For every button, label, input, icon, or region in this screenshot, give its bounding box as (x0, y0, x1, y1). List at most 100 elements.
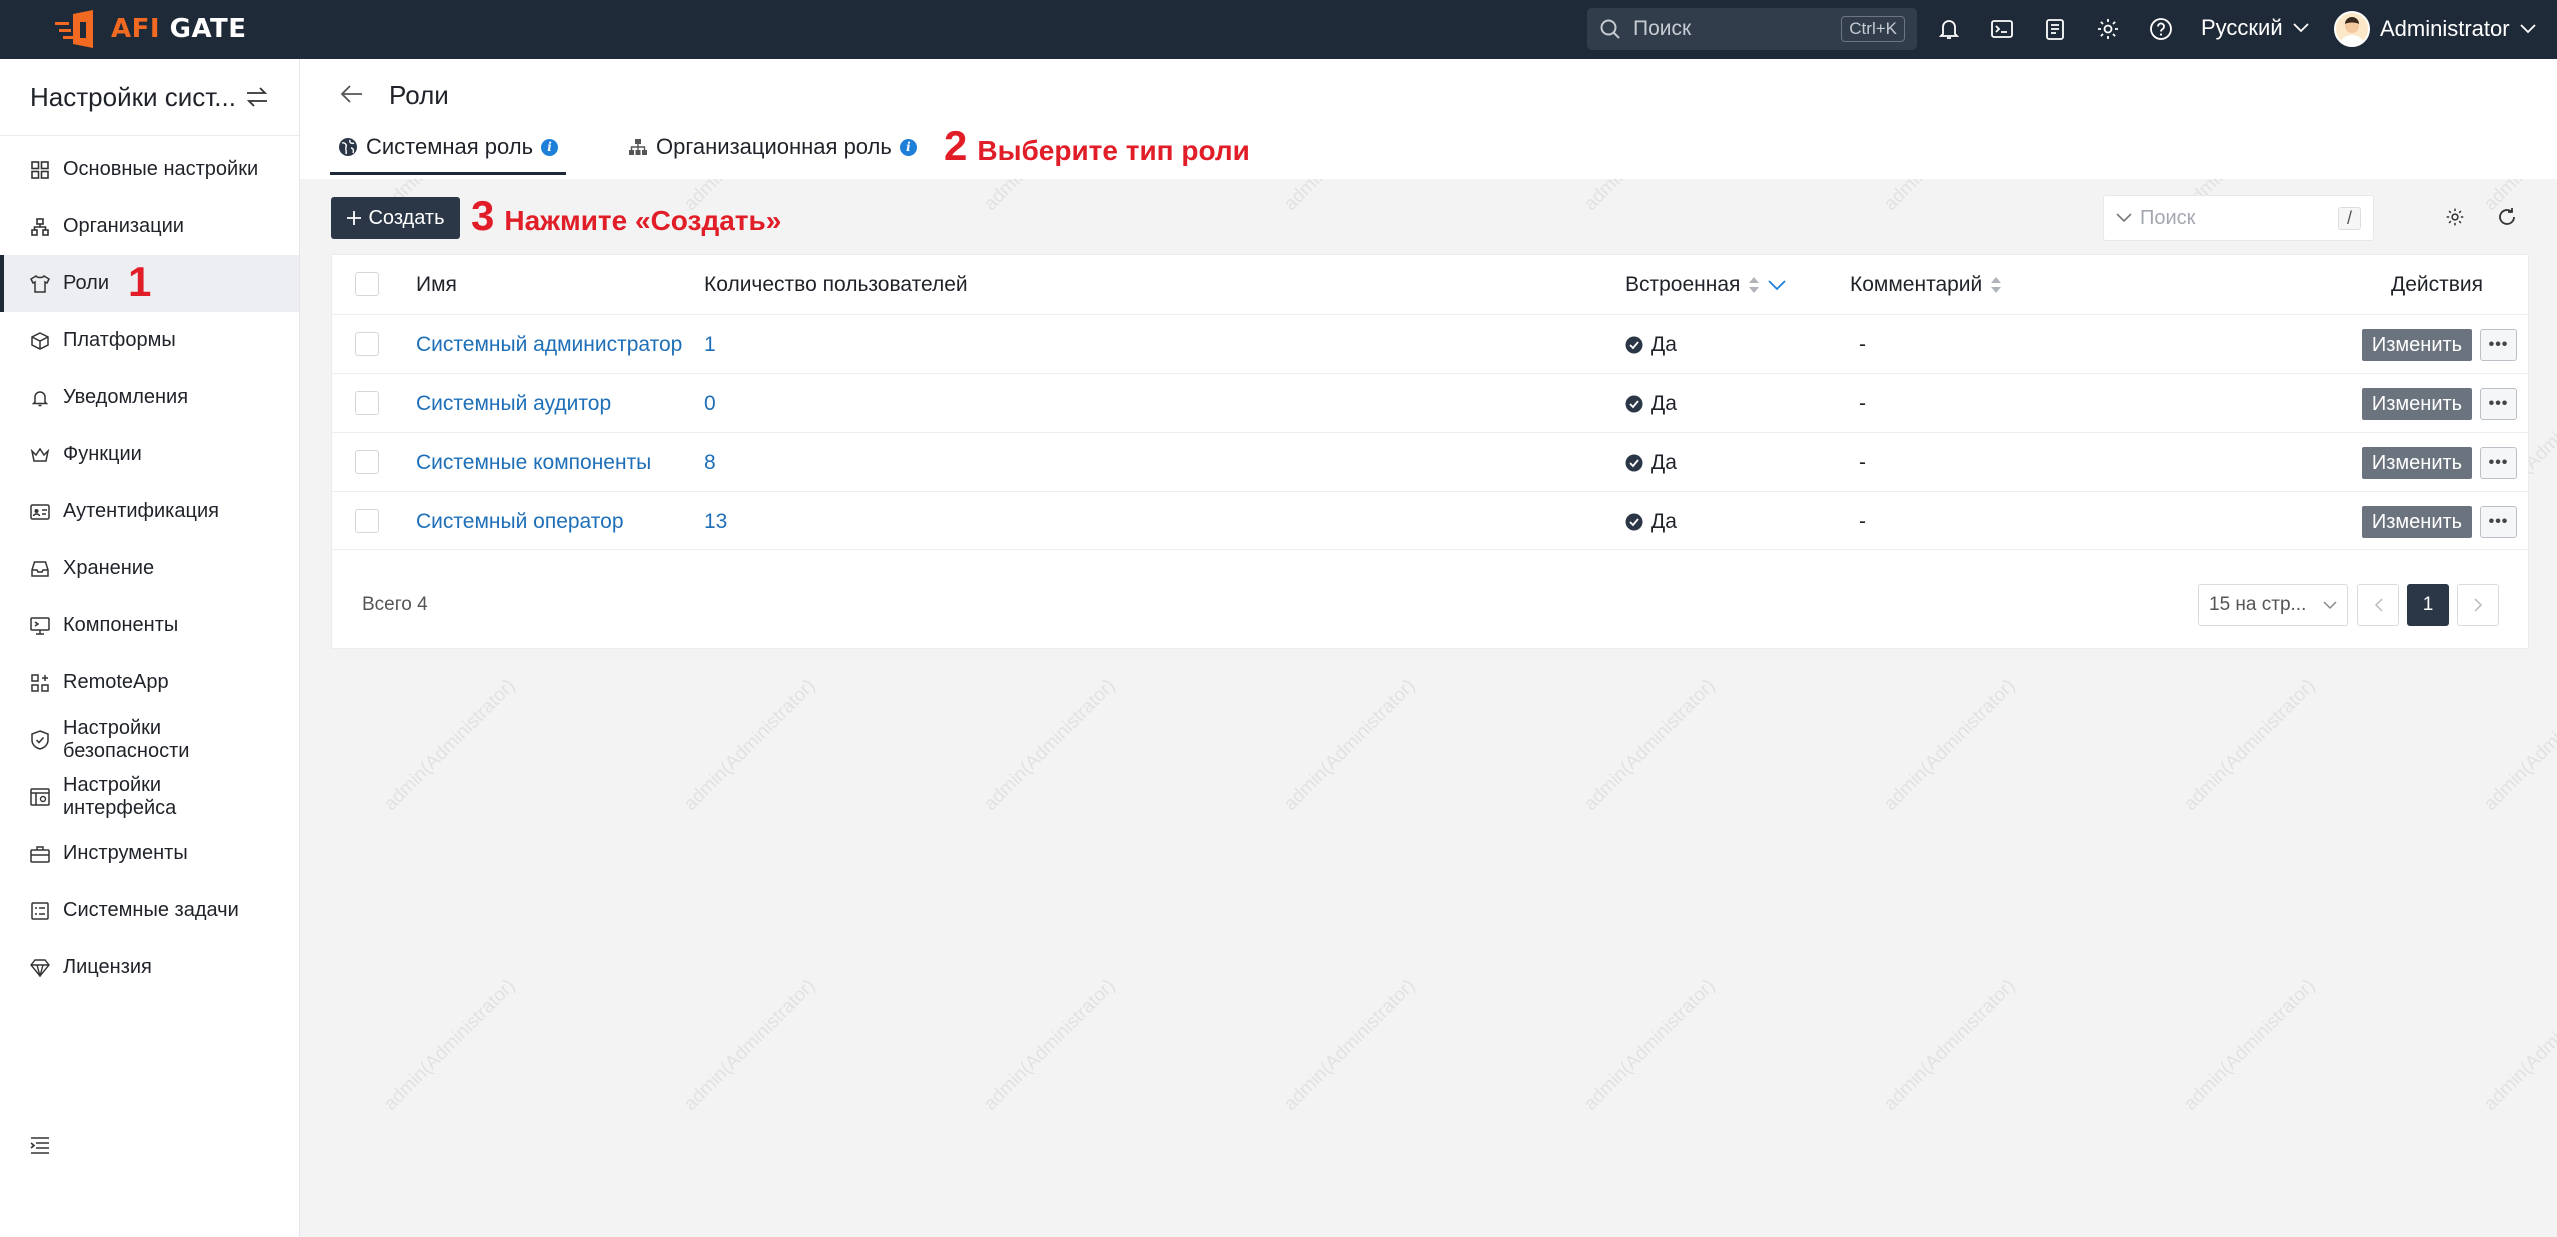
global-search[interactable]: Поиск Ctrl+K (1587, 8, 1917, 50)
sidebar-item-platforms[interactable]: Платформы (0, 312, 299, 369)
role-name-link[interactable]: Системные компоненты (416, 433, 651, 492)
sidebar-header: Настройки сист... (0, 59, 299, 136)
watermark-text: admin(Administrator) (2480, 675, 2557, 815)
create-button[interactable]: Создать (331, 197, 460, 239)
sort-icon[interactable] (1990, 276, 2002, 294)
edit-button[interactable]: Изменить (2362, 447, 2472, 479)
user-count-link[interactable]: 0 (704, 374, 716, 433)
clipboard-icon[interactable] (2042, 16, 2068, 42)
row-checkbox[interactable] (355, 450, 379, 474)
row-checkbox[interactable] (355, 391, 379, 415)
select-all-checkbox[interactable] (355, 272, 379, 296)
role-name-link[interactable]: Системный оператор (416, 492, 624, 551)
create-button-label: Создать (368, 206, 445, 229)
refresh-icon[interactable] (2496, 206, 2518, 228)
globe-icon (339, 138, 357, 156)
builtin-cell: Да (1625, 374, 1677, 433)
sidebar-item-license[interactable]: Лицензия (0, 939, 299, 996)
table-search-placeholder: Поиск (2140, 206, 2196, 229)
info-icon[interactable]: i (541, 138, 559, 156)
prev-page-button[interactable] (2357, 584, 2399, 626)
roles-table-card: Имя Количество пользователей Встроенная … (331, 254, 2529, 649)
edit-button[interactable]: Изменить (2362, 329, 2472, 361)
sidebar-item-organizations[interactable]: Организации (0, 198, 299, 255)
sidebar-item-components[interactable]: Компоненты (0, 597, 299, 654)
watermark-text: admin(Administrator) (2480, 975, 2557, 1115)
watermark-text: admin(Administrator) (1280, 675, 1420, 815)
role-name-link[interactable]: Системный аудитор (416, 374, 611, 433)
role-name-link[interactable]: Системный администратор (416, 315, 682, 374)
sidebar-item-security-settings[interactable]: Настройки безопасности (0, 711, 299, 768)
column-header-name: Имя (416, 272, 457, 296)
logo[interactable]: AFI GATE (55, 10, 247, 48)
watermark-text: admin(Administrator) (1580, 675, 1720, 815)
user-count-link[interactable]: 1 (704, 315, 716, 374)
page-size-select[interactable]: 15 на стр... (2198, 584, 2348, 626)
sidebar-item-label: Роли (63, 272, 109, 294)
sidebar-item-system-tasks[interactable]: Системные задачи (0, 882, 299, 939)
table-row: Системные компоненты 8 Да - Изменить ••• (332, 432, 2528, 491)
more-actions-button[interactable]: ••• (2480, 388, 2517, 420)
help-icon[interactable] (2148, 16, 2174, 42)
bell-icon (30, 388, 50, 408)
tab-organization-role[interactable]: Организационная роль i (628, 134, 917, 160)
more-actions-button[interactable]: ••• (2480, 447, 2517, 479)
sort-icon[interactable] (1748, 276, 1760, 294)
check-circle-icon (1625, 513, 1643, 530)
watermark-text: admin(Administrator) (1280, 975, 1420, 1115)
watermark-text: admin(Administrator) (2180, 675, 2320, 815)
column-header-comment[interactable]: Комментарий (1850, 255, 2002, 314)
current-page-button[interactable]: 1 (2407, 584, 2449, 626)
watermark-text: admin(Administrator) (2180, 975, 2320, 1115)
table-row: Системный аудитор 0 Да - Изменить ••• (332, 373, 2528, 432)
user-menu[interactable]: Administrator (2334, 11, 2536, 47)
sidebar-item-remoteapp[interactable]: RemoteApp (0, 654, 299, 711)
bell-icon[interactable] (1936, 16, 1962, 42)
back-arrow-icon[interactable] (340, 84, 364, 109)
shield-check-icon (30, 729, 50, 750)
user-count-link[interactable]: 8 (704, 433, 716, 492)
tab-system-role[interactable]: Системная роль i (338, 134, 559, 160)
sidebar-item-notifications[interactable]: Уведомления (0, 369, 299, 426)
sidebar-item-tools[interactable]: Инструменты (0, 825, 299, 882)
next-page-button[interactable] (2457, 584, 2499, 626)
edit-button[interactable]: Изменить (2362, 388, 2472, 420)
search-icon (1600, 19, 1620, 39)
edit-button[interactable]: Изменить (2362, 506, 2472, 538)
collapse-menu-icon[interactable] (30, 1136, 50, 1159)
info-icon[interactable]: i (899, 138, 917, 156)
more-actions-button[interactable]: ••• (2480, 329, 2517, 361)
org-tree-icon (30, 217, 50, 237)
sidebar-item-storage[interactable]: Хранение (0, 540, 299, 597)
sidebar-item-label: Настройки интерфейса (63, 773, 177, 819)
plus-icon (347, 211, 362, 225)
more-actions-button[interactable]: ••• (2480, 506, 2517, 538)
builtin-cell: Да (1625, 433, 1677, 492)
terminal-icon[interactable] (1989, 16, 2015, 42)
language-selector[interactable]: Русский (2201, 15, 2309, 41)
column-header-users: Количество пользователей (704, 272, 968, 296)
table-row: Системный оператор 13 Да - Изменить ••• (332, 491, 2528, 550)
swap-icon[interactable] (245, 86, 269, 108)
page-title: Роли (389, 80, 449, 110)
gear-icon[interactable] (2095, 16, 2121, 42)
chevron-down-icon (2323, 600, 2337, 609)
sidebar-item-label: Инструменты (63, 842, 188, 864)
filter-chevron-icon[interactable] (1768, 279, 1787, 291)
table-search-input[interactable]: Поиск / (2103, 195, 2374, 241)
table-settings-gear-icon[interactable] (2444, 206, 2466, 228)
sidebar-item-basic-settings[interactable]: Основные настройки (0, 141, 299, 198)
sidebar-item-label: RemoteApp (63, 671, 169, 693)
row-checkbox[interactable] (355, 509, 379, 533)
sidebar-item-authentication[interactable]: Аутентификация (0, 483, 299, 540)
comment-cell: - (1859, 332, 1866, 356)
comment-cell: - (1859, 450, 1866, 474)
user-count-link[interactable]: 13 (704, 492, 727, 551)
row-checkbox[interactable] (355, 332, 379, 356)
total-count: Всего 4 (362, 594, 428, 615)
sidebar-item-features[interactable]: Функции (0, 426, 299, 483)
annotation-step-3: 3 Нажмите «Создать» (471, 192, 782, 239)
sidebar-item-label: Хранение (63, 557, 155, 579)
column-header-builtin[interactable]: Встроенная (1625, 255, 1787, 314)
sidebar-item-interface-settings[interactable]: Настройки интерфейса (0, 768, 299, 825)
